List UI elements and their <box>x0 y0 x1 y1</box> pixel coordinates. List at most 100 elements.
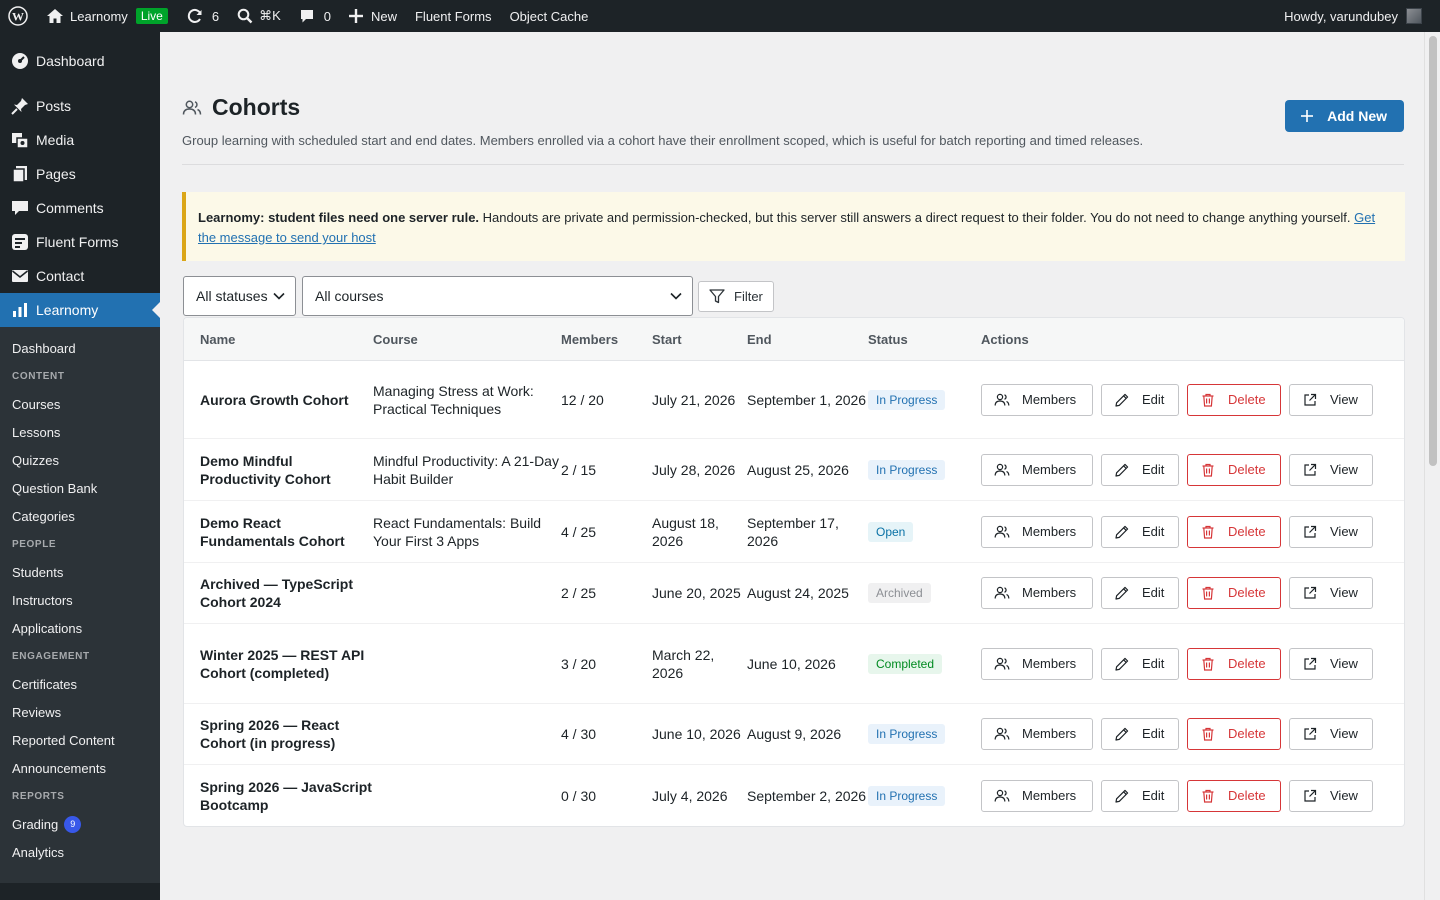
members-label: Members <box>1022 585 1077 600</box>
edit-button[interactable]: Edit <box>1101 577 1179 609</box>
dashboard-icon <box>10 51 30 71</box>
external-link-icon <box>1304 525 1317 538</box>
table-row: Winter 2025 — REST API Cohort (completed… <box>184 624 1404 704</box>
external-link-icon <box>1304 657 1317 670</box>
menu-dashboard[interactable]: Dashboard <box>0 44 160 78</box>
sub-instructors[interactable]: Instructors <box>0 586 160 614</box>
trash-icon <box>1202 789 1214 803</box>
delete-label: Delete <box>1228 726 1266 741</box>
search-link[interactable]: ⌘K <box>228 0 290 32</box>
delete-label: Delete <box>1228 461 1266 477</box>
col-name[interactable]: Name <box>184 332 373 347</box>
delete-button[interactable]: Delete <box>1187 718 1281 750</box>
filter-button[interactable]: Filter <box>698 280 774 312</box>
users-icon <box>994 789 1010 802</box>
edit-button[interactable]: Edit <box>1101 647 1179 680</box>
fluent-forms-link[interactable]: Fluent Forms <box>406 0 501 32</box>
new-content-link[interactable]: New <box>340 0 406 32</box>
menu-label: Comments <box>36 200 104 216</box>
menu-learnomy[interactable]: Learnomy <box>0 293 160 327</box>
cohort-end: September 17, 2026 <box>747 514 839 549</box>
members-button[interactable]: Members <box>981 453 1093 486</box>
delete-button[interactable]: Delete <box>1187 577 1281 609</box>
sub-grading-label: Grading <box>12 816 59 832</box>
col-start[interactable]: Start <box>652 332 747 347</box>
sub-dashboard[interactable]: Dashboard <box>0 334 160 362</box>
delete-button[interactable]: Delete <box>1187 779 1281 812</box>
course-select[interactable]: All courses <box>302 276 693 316</box>
notice-title: Learnomy: student files need one server … <box>198 210 480 225</box>
view-button[interactable]: View <box>1289 779 1373 812</box>
delete-button[interactable]: Delete <box>1187 383 1281 416</box>
sub-categories[interactable]: Categories <box>0 502 160 530</box>
menu-comments[interactable]: Comments <box>0 191 160 225</box>
add-new-label: Add New <box>1327 108 1387 124</box>
menu-fluent-forms[interactable]: Fluent Forms <box>0 225 160 259</box>
delete-button[interactable]: Delete <box>1187 647 1281 680</box>
sub-reported-content[interactable]: Reported Content <box>0 726 160 754</box>
edit-label: Edit <box>1142 655 1165 671</box>
menu-contact[interactable]: Contact <box>0 259 160 293</box>
view-button[interactable]: View <box>1289 718 1373 750</box>
cohort-members: 12 / 20 <box>561 391 604 408</box>
pencil-icon <box>1115 393 1129 407</box>
view-button[interactable]: View <box>1289 647 1373 680</box>
sub-lessons[interactable]: Lessons <box>0 418 160 446</box>
sub-announcements[interactable]: Announcements <box>0 754 160 782</box>
view-button[interactable]: View <box>1289 515 1373 548</box>
comments-link[interactable]: 0 <box>290 0 340 32</box>
add-new-button[interactable]: Add New <box>1285 100 1404 132</box>
sub-certificates[interactable]: Certificates <box>0 670 160 698</box>
delete-button[interactable]: Delete <box>1187 453 1281 486</box>
object-cache-link[interactable]: Object Cache <box>501 0 598 32</box>
status-select[interactable]: All statuses <box>183 276 296 316</box>
updates-link[interactable]: 6 <box>177 0 228 32</box>
edit-button[interactable]: Edit <box>1101 453 1179 486</box>
updates-count: 6 <box>211 8 220 24</box>
users-icon <box>994 463 1010 476</box>
scrollbar[interactable] <box>1424 32 1440 900</box>
wordpress-logo-icon[interactable]: W <box>0 0 37 32</box>
view-label: View <box>1330 585 1358 600</box>
delete-button[interactable]: Delete <box>1187 515 1281 548</box>
status-select-value: All statuses <box>196 288 268 304</box>
members-button[interactable]: Members <box>981 779 1093 812</box>
edit-button[interactable]: Edit <box>1101 515 1179 548</box>
edit-button[interactable]: Edit <box>1101 779 1179 812</box>
sub-students[interactable]: Students <box>0 558 160 586</box>
funnel-icon <box>709 288 725 303</box>
site-name-link[interactable]: Learnomy Live <box>37 0 177 32</box>
section-engagement: ENGAGEMENT <box>12 650 90 662</box>
sub-courses[interactable]: Courses <box>0 390 160 418</box>
sub-applications[interactable]: Applications <box>0 614 160 642</box>
menu-media[interactable]: Media <box>0 123 160 157</box>
members-button[interactable]: Members <box>981 718 1093 750</box>
delete-label: Delete <box>1228 523 1266 539</box>
view-button[interactable]: View <box>1289 453 1373 486</box>
users-icon <box>994 657 1010 670</box>
account-menu[interactable]: Howdy, varundubey <box>1275 0 1440 32</box>
members-button[interactable]: Members <box>981 647 1093 680</box>
members-button[interactable]: Members <box>981 577 1093 609</box>
cohort-name: Archived — TypeScript Cohort 2024 <box>200 576 354 610</box>
sub-quizzes[interactable]: Quizzes <box>0 446 160 474</box>
edit-button[interactable]: Edit <box>1101 383 1179 416</box>
members-button[interactable]: Members <box>981 383 1093 416</box>
menu-posts[interactable]: Posts <box>0 89 160 123</box>
cohort-members: 4 / 30 <box>561 726 597 742</box>
menu-pages[interactable]: Pages <box>0 157 160 191</box>
comments-count: 0 <box>323 8 331 24</box>
edit-button[interactable]: Edit <box>1101 718 1179 750</box>
status-badge: In Progress <box>868 389 946 410</box>
view-button[interactable]: View <box>1289 383 1373 416</box>
members-button[interactable]: Members <box>981 515 1093 548</box>
view-button[interactable]: View <box>1289 577 1373 609</box>
page-header: Cohorts Group learning with scheduled st… <box>182 94 1404 148</box>
trash-icon <box>1202 463 1214 477</box>
scrollbar-thumb[interactable] <box>1429 36 1437 466</box>
sub-grading[interactable]: Grading 9 <box>0 810 160 838</box>
sub-reviews[interactable]: Reviews <box>0 698 160 726</box>
sub-question-bank[interactable]: Question Bank <box>0 474 160 502</box>
sub-analytics[interactable]: Analytics <box>0 838 160 866</box>
external-link-icon <box>1304 393 1317 406</box>
